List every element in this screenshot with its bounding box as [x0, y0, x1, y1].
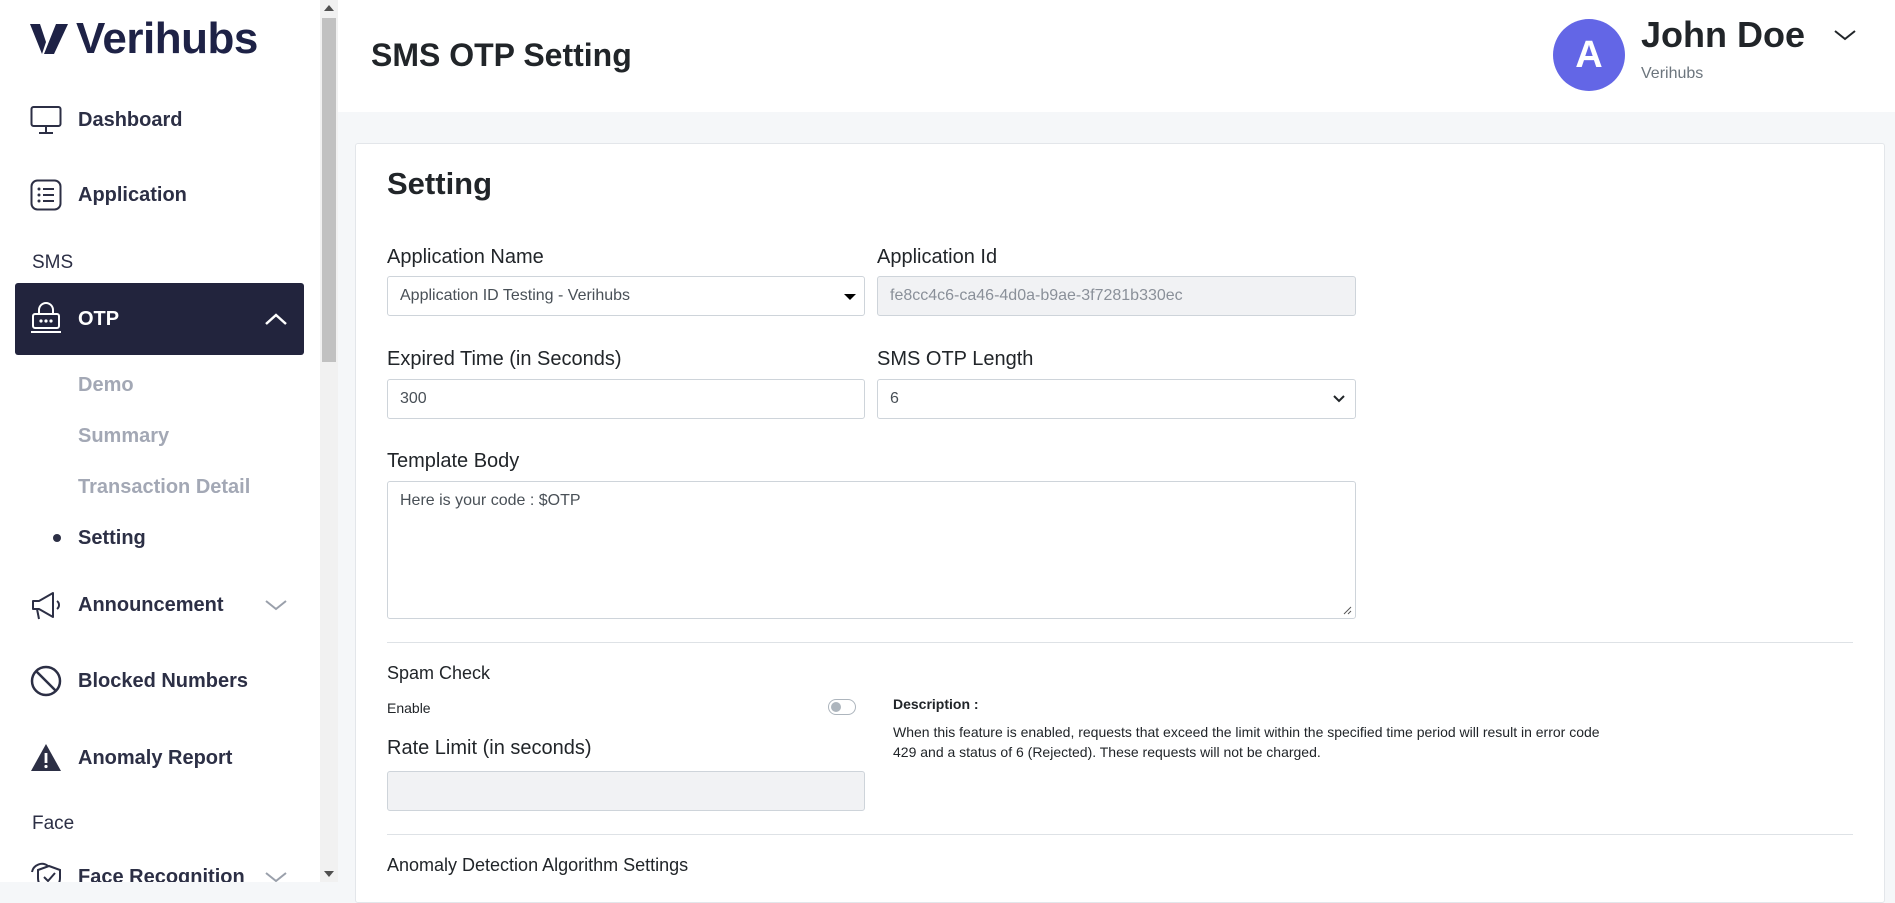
sidebar-scrollbar[interactable] — [320, 0, 338, 882]
sidebar-subitem-demo[interactable]: Demo — [78, 374, 134, 397]
template-body-label: Template Body — [387, 450, 520, 472]
sidebar-item-label: Dashboard — [78, 108, 183, 131]
setting-card: Setting Application Name Application ID … — [355, 143, 1885, 903]
verihubs-logo-icon — [30, 24, 68, 54]
scroll-down-arrow-icon[interactable] — [324, 871, 334, 877]
section-label-sms: SMS — [32, 252, 74, 273]
anomaly-detection-title: Anomaly Detection Algorithm Settings — [387, 855, 689, 875]
monitor-icon — [29, 103, 63, 137]
sidebar-item-label: Application — [78, 183, 187, 206]
sidebar-item-anomaly-report[interactable]: Anomaly Report — [15, 727, 304, 789]
rate-limit-label: Rate Limit (in seconds) — [387, 737, 592, 759]
expired-time-value: 300 — [400, 390, 427, 407]
user-name[interactable]: John Doe — [1641, 14, 1805, 56]
rate-limit-input[interactable] — [387, 771, 865, 811]
chevron-down-icon — [265, 872, 287, 882]
otp-length-select[interactable]: 6 — [877, 379, 1356, 419]
sidebar-item-label: Announcement — [78, 593, 224, 616]
avatar[interactable]: A — [1553, 19, 1625, 91]
list-icon — [29, 178, 63, 212]
otp-length-label: SMS OTP Length — [877, 348, 1034, 370]
dropdown-caret-icon — [844, 294, 856, 300]
sidebar-subitem-setting[interactable]: Setting — [78, 527, 146, 550]
toggle-knob — [831, 702, 841, 712]
brand-name: Verihubs — [76, 14, 258, 63]
application-id-field: fe8cc4c6-ca46-4d0a-b9ae-3f7281b330ec — [877, 276, 1356, 316]
scroll-up-arrow-icon[interactable] — [324, 5, 334, 11]
sidebar: Verihubs Dashboard Application SMS OTP D… — [0, 0, 320, 882]
spam-check-toggle[interactable] — [828, 699, 856, 715]
expired-time-input[interactable]: 300 — [387, 379, 865, 419]
sidebar-subitem-summary[interactable]: Summary — [78, 425, 169, 448]
chevron-up-icon — [265, 313, 287, 325]
application-name-value: Application ID Testing - Verihubs — [400, 287, 631, 304]
chevron-down-icon — [265, 600, 287, 611]
chevron-down-icon — [1333, 395, 1345, 403]
template-body-value: Here is your code : $OTP — [400, 492, 581, 509]
application-name-label: Application Name — [387, 246, 544, 268]
divider — [387, 642, 1853, 643]
description-text: When this feature is enabled, requests t… — [893, 724, 1600, 760]
sidebar-item-label: Anomaly Report — [78, 746, 233, 769]
expired-time-label: Expired Time (in Seconds) — [387, 348, 622, 370]
sidebar-item-application[interactable]: Application — [15, 164, 304, 226]
template-body-textarea[interactable]: Here is your code : $OTP — [387, 481, 1356, 619]
face-shield-icon — [29, 860, 63, 882]
top-header: SMS OTP Setting A John Doe Verihubs — [338, 0, 1895, 112]
warning-icon — [29, 741, 63, 775]
sidebar-item-face-recognition[interactable]: Face Recognition — [15, 846, 304, 882]
otp-length-value: 6 — [890, 390, 899, 407]
robot-icon — [29, 302, 63, 336]
sidebar-item-dashboard[interactable]: Dashboard — [15, 89, 304, 151]
scrollbar-thumb[interactable] — [322, 18, 336, 362]
sidebar-item-label: OTP — [78, 307, 120, 330]
divider — [387, 834, 1853, 835]
application-id-value: fe8cc4c6-ca46-4d0a-b9ae-3f7281b330ec — [890, 287, 1183, 304]
description-title: Description : — [893, 696, 979, 712]
sidebar-item-announcement[interactable]: Announcement — [15, 574, 304, 636]
section-label-face: Face — [32, 813, 75, 834]
card-title: Setting — [387, 166, 493, 201]
resize-grip-icon[interactable] — [1342, 605, 1352, 615]
sidebar-subitem-transaction-detail[interactable]: Transaction Detail — [78, 476, 250, 499]
user-organization: Verihubs — [1641, 65, 1704, 82]
application-name-select[interactable]: Application ID Testing - Verihubs — [387, 276, 865, 316]
application-id-label: Application Id — [877, 246, 998, 268]
sidebar-item-label: Face Recognition — [78, 865, 245, 883]
spam-check-enable-label: Enable — [387, 700, 431, 716]
spam-check-title: Spam Check — [387, 663, 491, 683]
user-menu-chevron-down-icon[interactable] — [1833, 28, 1857, 42]
sidebar-item-blocked-numbers[interactable]: Blocked Numbers — [15, 650, 304, 712]
page-title: SMS OTP Setting — [371, 37, 632, 73]
current-item-bullet — [53, 534, 61, 542]
blocked-icon — [29, 664, 63, 698]
brand-logo[interactable]: Verihubs — [28, 14, 258, 63]
megaphone-icon — [29, 588, 63, 622]
sidebar-item-label: Blocked Numbers — [78, 669, 249, 692]
sidebar-item-otp[interactable]: OTP — [15, 283, 304, 355]
